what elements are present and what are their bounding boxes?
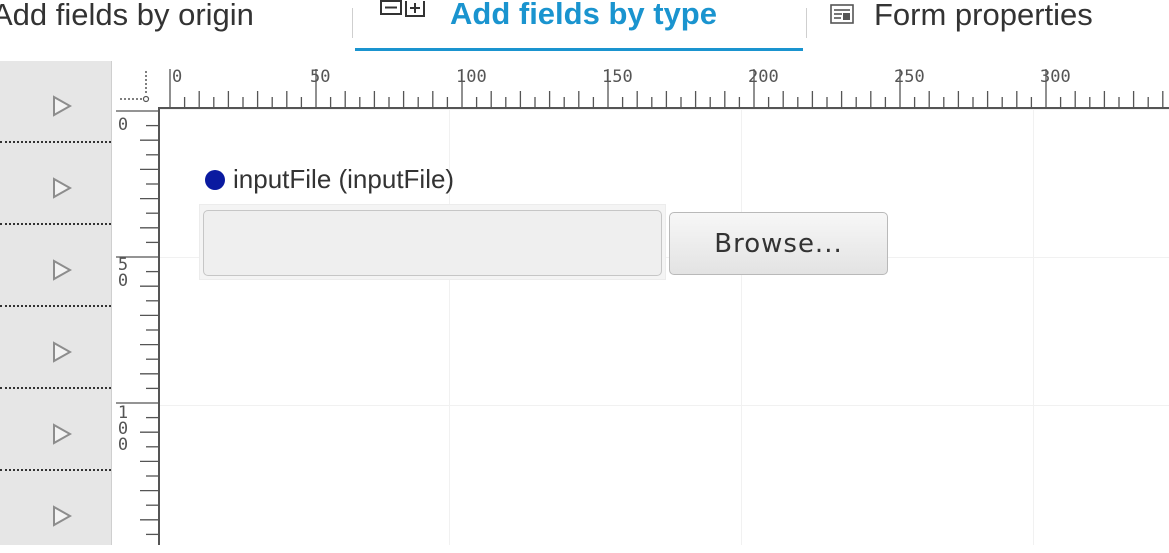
collapse-arrow-icon[interactable] — [52, 341, 72, 363]
tab-label: Add fields by origin — [0, 0, 254, 32]
browse-button[interactable]: Browse... — [669, 212, 888, 275]
form-canvas[interactable]: inputFile (inputFile) Browse... — [160, 109, 1169, 545]
tab-label: Add fields by type — [450, 0, 717, 31]
vertical-ruler: 0 50 100 — [112, 107, 160, 545]
ruler-label: 0 — [172, 67, 183, 87]
ruler-label: 200 — [748, 67, 779, 87]
ruler-label: 100 — [117, 403, 129, 455]
ruler-label: 0 — [117, 115, 129, 135]
tab-separator — [806, 8, 807, 38]
row-handle[interactable] — [0, 389, 111, 471]
tab-add-fields-by-origin[interactable]: Add fields by origin — [0, 0, 254, 50]
tab-label: Form properties — [874, 0, 1093, 32]
tab-add-fields-by-type[interactable]: Add fields by type — [355, 0, 803, 51]
tab-bar: Add fields by origin Add fields by type — [0, 0, 1169, 56]
ruler-corner — [112, 61, 160, 107]
ruler-label: 100 — [456, 67, 487, 87]
row-handle-column — [0, 61, 112, 545]
horizontal-ruler: 0 50 100 150 200 250 300 — [160, 61, 1169, 109]
ruler-label: 300 — [1040, 67, 1071, 87]
form-properties-icon — [830, 0, 854, 33]
field-label-text: inputFile (inputFile) — [233, 164, 455, 194]
collapse-arrow-icon[interactable] — [52, 423, 72, 445]
collapse-arrow-icon[interactable] — [52, 177, 72, 199]
row-handle[interactable] — [0, 471, 111, 553]
collapse-arrow-icon[interactable] — [52, 95, 72, 117]
add-field-icon — [380, 0, 426, 32]
required-dot-icon — [205, 169, 225, 190]
ruler-label: 50 — [117, 255, 129, 291]
ruler-label: 50 — [310, 67, 331, 87]
ruler-ticks — [116, 110, 158, 536]
field-label: inputFile (inputFile) — [205, 164, 454, 195]
file-path-input[interactable] — [203, 210, 662, 276]
tab-separator — [352, 8, 353, 38]
row-handle[interactable] — [0, 307, 111, 389]
collapse-arrow-icon[interactable] — [52, 505, 72, 527]
row-handle[interactable] — [0, 61, 111, 143]
collapse-arrow-icon[interactable] — [52, 259, 72, 281]
row-handle[interactable] — [0, 143, 111, 225]
ruler-label: 250 — [894, 67, 925, 87]
row-handle[interactable] — [0, 225, 111, 307]
ruler-label: 150 — [602, 67, 633, 87]
tab-form-properties[interactable]: Form properties — [830, 0, 1093, 50]
